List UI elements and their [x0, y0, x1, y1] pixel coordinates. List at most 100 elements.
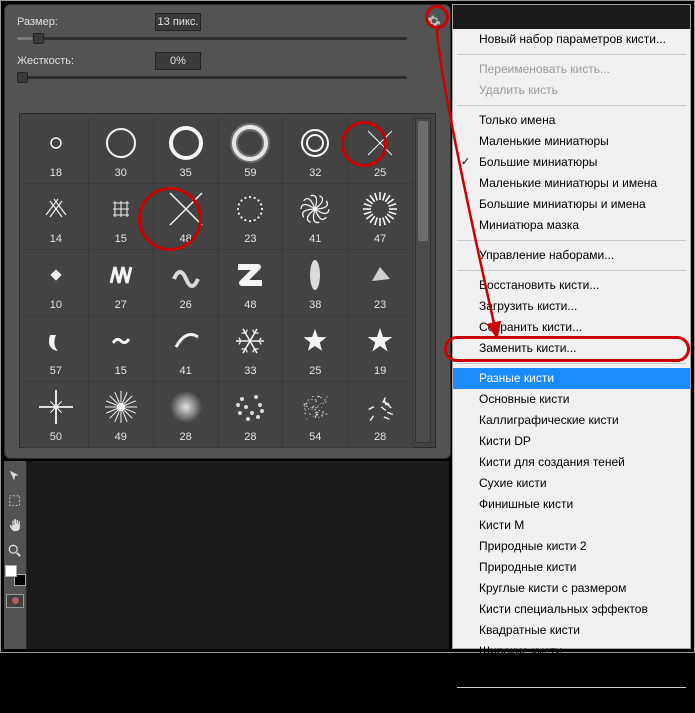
- menu-delete: Удалить кисть: [453, 80, 690, 101]
- brush-thumb-icon: [166, 321, 206, 361]
- brush-thumb-icon: [36, 387, 76, 427]
- brush-grid-scrollbar[interactable]: [415, 118, 431, 443]
- brush-preset[interactable]: 49: [89, 382, 154, 448]
- brush-preset[interactable]: 14: [24, 184, 89, 250]
- menu-replace[interactable]: Заменить кисти...: [453, 338, 690, 359]
- brush-thumb-icon: [230, 387, 270, 427]
- menu-m-brushes[interactable]: Кисти M: [453, 515, 690, 536]
- brush-preset[interactable]: 10: [24, 250, 89, 316]
- size-value[interactable]: 13 пикс.: [155, 13, 201, 31]
- menu-dry-brushes[interactable]: Сухие кисти: [453, 473, 690, 494]
- brush-preset[interactable]: 28: [348, 382, 413, 448]
- menu-small-thumbs-names[interactable]: Маленькие миниатюры и имена: [453, 173, 690, 194]
- brush-preset[interactable]: 35: [154, 118, 219, 184]
- menu-faux-brushes[interactable]: Финишные кисти: [453, 494, 690, 515]
- brush-preset[interactable]: 27: [89, 250, 154, 316]
- menu-names-only[interactable]: Только имена: [453, 110, 690, 131]
- brush-preset[interactable]: 25: [348, 118, 413, 184]
- menu-calligraphic-brushes[interactable]: Каллиграфические кисти: [453, 410, 690, 431]
- brush-size-label: 59: [244, 167, 256, 179]
- menu-basic-brushes[interactable]: Основные кисти: [453, 389, 690, 410]
- brush-preset[interactable]: 15: [89, 184, 154, 250]
- brush-preset[interactable]: 28: [154, 382, 219, 448]
- menu-assorted-brushes[interactable]: Разные кисти: [453, 368, 690, 389]
- brush-size-label: 19: [374, 365, 386, 377]
- brush-preset[interactable]: 15: [89, 316, 154, 382]
- brush-preset[interactable]: 33: [219, 316, 284, 382]
- brush-preset[interactable]: 41: [283, 184, 348, 250]
- brush-size-label: 27: [115, 299, 127, 311]
- move-tool[interactable]: [5, 465, 26, 486]
- brush-thumb-icon: [101, 123, 141, 163]
- zoom-tool[interactable]: [5, 540, 26, 561]
- menu-square-brushes[interactable]: Квадратные кисти: [453, 620, 690, 641]
- marquee-tool[interactable]: [5, 490, 26, 511]
- brush-size-label: 47: [374, 233, 386, 245]
- menu-wet-brushes[interactable]: Мокрые кисти: [453, 662, 690, 683]
- hardness-row: Жесткость: 0%: [17, 50, 444, 72]
- menu-shadow-brushes[interactable]: Кисти для создания теней: [453, 452, 690, 473]
- document-canvas[interactable]: [27, 461, 449, 649]
- menu-small-thumbs[interactable]: Маленькие миниатюры: [453, 131, 690, 152]
- menu-preset-manager[interactable]: Управление наборами...: [453, 245, 690, 266]
- brush-preset[interactable]: 23: [348, 250, 413, 316]
- brush-preset[interactable]: 18: [24, 118, 89, 184]
- menu-reset[interactable]: Восстановить кисти...: [453, 275, 690, 296]
- flyout-menu-button[interactable]: [424, 11, 444, 31]
- brush-thumb-icon: [360, 321, 400, 361]
- separator: [457, 363, 686, 364]
- menu-natural2-brushes[interactable]: Природные кисти 2: [453, 536, 690, 557]
- brush-size-label: 28: [374, 431, 386, 443]
- menu-special-brushes[interactable]: Кисти специальных эффектов: [453, 599, 690, 620]
- menu-dp-brushes[interactable]: Кисти DP: [453, 431, 690, 452]
- brush-thumb-icon: [101, 387, 141, 427]
- brush-preset[interactable]: 50: [24, 382, 89, 448]
- brush-preset[interactable]: 47: [348, 184, 413, 250]
- brush-preset[interactable]: 30: [89, 118, 154, 184]
- size-label: Размер:: [17, 16, 147, 28]
- brush-thumb-icon: [36, 123, 76, 163]
- hardness-value[interactable]: 0%: [155, 52, 201, 70]
- brush-preset[interactable]: 57: [24, 316, 89, 382]
- menu-save[interactable]: Сохранить кисти...: [453, 317, 690, 338]
- brush-thumb-icon: [295, 255, 335, 295]
- brush-thumb-icon: [230, 255, 270, 295]
- brush-preset[interactable]: 23: [219, 184, 284, 250]
- separator: [457, 687, 686, 688]
- brush-thumb-icon: [101, 189, 141, 229]
- brush-preset[interactable]: 48: [219, 250, 284, 316]
- brush-preset[interactable]: 28: [219, 382, 284, 448]
- brush-preset[interactable]: 25: [283, 316, 348, 382]
- menu-thick-brushes[interactable]: Широкие кисти: [453, 641, 690, 662]
- menu-stroke-thumb[interactable]: Миниатюра мазка: [453, 215, 690, 236]
- brush-preset[interactable]: 38: [283, 250, 348, 316]
- brush-preset[interactable]: 26: [154, 250, 219, 316]
- menu-new-preset[interactable]: Новый набор параметров кисти...: [453, 29, 690, 50]
- menu-large-thumbs[interactable]: ✓Большие миниатюры: [453, 152, 690, 173]
- brush-preset[interactable]: 54: [283, 382, 348, 448]
- brush-preset[interactable]: 59: [219, 118, 284, 184]
- scrollbar-handle[interactable]: [418, 121, 428, 241]
- brush-size-label: 15: [115, 233, 127, 245]
- menu-large-thumbs-names[interactable]: Большие миниатюры и имена: [453, 194, 690, 215]
- brush-preset[interactable]: 48: [154, 184, 219, 250]
- brush-size-label: 41: [179, 365, 191, 377]
- color-swatches[interactable]: [5, 565, 26, 586]
- menu-natural-brushes[interactable]: Природные кисти: [453, 557, 690, 578]
- quick-mask-toggle[interactable]: [5, 590, 26, 611]
- brush-thumb-icon: [295, 321, 335, 361]
- size-slider[interactable]: [17, 37, 407, 40]
- hardness-slider[interactable]: [17, 76, 407, 79]
- menu-load[interactable]: Загрузить кисти...: [453, 296, 690, 317]
- menu-large-thumbs-label: Большие миниатюры: [479, 155, 597, 169]
- menu-gothic-wings[interactable]: Gothic_Wings: [453, 692, 690, 713]
- hand-tool[interactable]: [5, 515, 26, 536]
- brush-preset[interactable]: 19: [348, 316, 413, 382]
- menu-rename: Переименовать кисть...: [453, 59, 690, 80]
- brush-size-label: 41: [309, 233, 321, 245]
- menu-round-size-brushes[interactable]: Круглые кисти с размером: [453, 578, 690, 599]
- brush-preset[interactable]: 32: [283, 118, 348, 184]
- separator: [457, 240, 686, 241]
- brush-preset[interactable]: 41: [154, 316, 219, 382]
- brush-thumb-icon: [295, 123, 335, 163]
